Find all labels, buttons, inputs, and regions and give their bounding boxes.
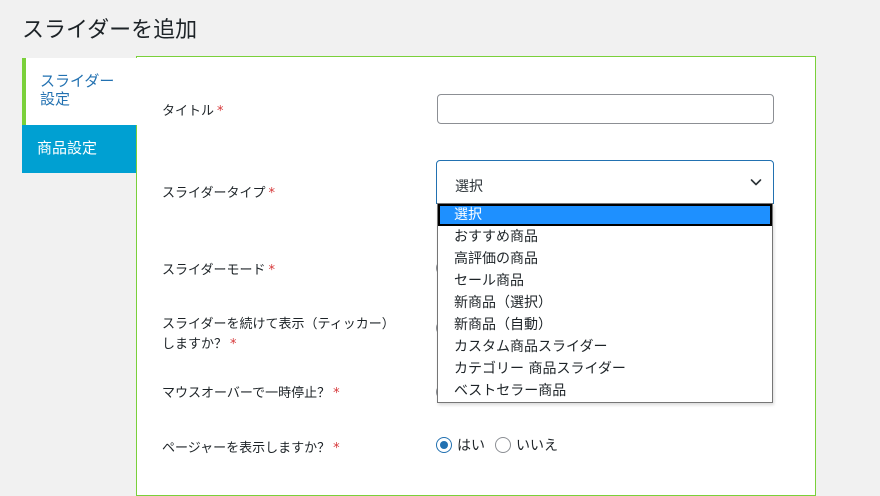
ticker-label: スライダーを続けて表示（ティッカー） しますか？ * xyxy=(162,315,395,355)
dropdown-option[interactable]: カスタム商品スライダー xyxy=(438,336,772,358)
dropdown-option[interactable]: 新商品（選択） xyxy=(438,292,772,314)
ticker-label-line2-wrap: しますか？ * xyxy=(162,335,395,355)
slider-type-dropdown: 選択 おすすめ商品 高評価の商品 セール商品 新商品（選択） 新商品（自動） カ… xyxy=(437,203,773,403)
dropdown-option[interactable]: 選択 xyxy=(438,204,772,226)
ticker-label-line2: しますか？ xyxy=(162,337,228,352)
slider-mode-label-text: スライダーモード xyxy=(162,263,266,278)
required-mark: * xyxy=(230,337,237,352)
tab-product-settings[interactable]: 商品設定 xyxy=(22,125,137,173)
pager-label: ページャーを表示しますか？ * xyxy=(162,439,340,459)
dropdown-option[interactable]: 新商品（自動） xyxy=(438,314,772,336)
pager-label-text: ページャーを表示しますか？ xyxy=(162,441,331,456)
tab-slider-settings[interactable]: スライダー 設定 xyxy=(22,58,137,125)
pause-label: マウスオーバーで一時停止？ * xyxy=(162,384,340,404)
slider-type-select[interactable]: 選択 xyxy=(436,160,774,204)
required-mark: * xyxy=(268,263,275,278)
required-mark: * xyxy=(217,104,224,119)
dropdown-option[interactable]: セール商品 xyxy=(438,270,772,292)
chevron-down-icon xyxy=(750,179,762,186)
pager-no-label[interactable]: いいえ xyxy=(516,435,558,455)
slider-mode-label: スライダーモード * xyxy=(162,261,275,281)
tab-product-settings-label: 商品設定 xyxy=(37,139,98,157)
dropdown-option[interactable]: ベストセラー商品 xyxy=(438,380,772,402)
pager-no-radio[interactable] xyxy=(495,437,511,453)
page-title: スライダーを追加 xyxy=(22,18,198,43)
pager-yes-radio[interactable] xyxy=(436,437,452,453)
required-mark: * xyxy=(333,441,340,456)
required-mark: * xyxy=(333,386,340,401)
pause-label-text: マウスオーバーで一時停止？ xyxy=(162,386,331,401)
dropdown-option[interactable]: 高評価の商品 xyxy=(438,248,772,270)
title-input[interactable] xyxy=(437,94,774,124)
title-label: タイトル * xyxy=(162,102,224,122)
tab-slider-settings-label-line1: スライダー xyxy=(40,72,115,90)
pager-yes-label[interactable]: はい xyxy=(457,435,485,455)
required-mark: * xyxy=(268,186,275,201)
pager-radio-group: はい いいえ xyxy=(436,435,568,455)
settings-tabs: スライダー 設定 商品設定 xyxy=(22,58,137,173)
slider-type-label: スライダータイプ * xyxy=(162,184,275,204)
title-label-text: タイトル xyxy=(162,104,215,119)
ticker-label-line1: スライダーを続けて表示（ティッカー） xyxy=(162,317,395,332)
slider-type-select-value: 選択 xyxy=(455,179,483,195)
slider-type-label-text: スライダータイプ xyxy=(162,186,266,201)
tab-slider-settings-label-line2: 設定 xyxy=(40,90,71,108)
dropdown-option[interactable]: カテゴリー 商品スライダー xyxy=(438,358,772,380)
dropdown-option[interactable]: おすすめ商品 xyxy=(438,226,772,248)
